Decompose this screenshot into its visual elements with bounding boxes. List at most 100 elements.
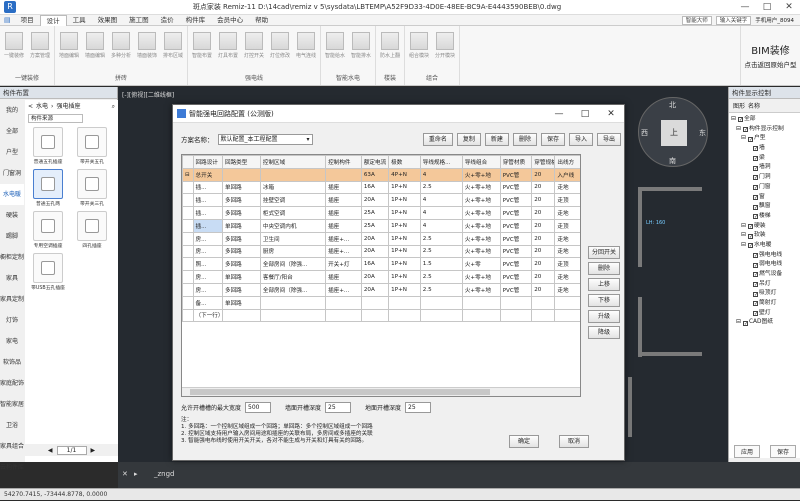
table-cell[interactable]	[461, 308, 501, 323]
table-cell[interactable]: 4P+N	[388, 167, 421, 182]
category-item[interactable]: 家庭配饰	[0, 373, 24, 394]
table-cell[interactable]: 总开关	[192, 167, 223, 182]
checkbox-icon[interactable]: ✓	[753, 204, 758, 210]
table-cell[interactable]: PVC管	[499, 193, 533, 208]
table-cell[interactable]	[325, 308, 362, 323]
table-row[interactable]: 房... 多回路 全部房间（除强... 插座+... 20A 1P+N 2.5 火+零+地 PV…	[182, 282, 580, 297]
table-cell[interactable]: 走顶	[554, 218, 580, 233]
column-header[interactable]: 极数	[388, 155, 421, 169]
category-item[interactable]: 户型	[0, 142, 24, 163]
checkbox-icon[interactable]: ✓	[753, 185, 758, 191]
table-cell[interactable]: 2.5	[419, 282, 463, 297]
table-cell[interactable]: 火+零+地	[461, 244, 501, 259]
table-cell[interactable]: 20	[531, 244, 556, 259]
table-cell[interactable]: 冰箱	[259, 180, 327, 195]
table-cell[interactable]: PVC管	[499, 257, 533, 272]
column-header[interactable]: 控制区域	[259, 155, 327, 169]
scheme-button[interactable]: 保存	[540, 132, 565, 146]
table-cell[interactable]: PVC管	[499, 167, 533, 182]
tree-node[interactable]: ✓ 壁灯	[731, 309, 798, 319]
table-cell[interactable]: 插座	[325, 270, 362, 284]
checkbox-icon[interactable]: ✓	[753, 301, 758, 307]
table-cell[interactable]: 20	[531, 180, 556, 195]
save-button[interactable]: 保存	[769, 445, 796, 458]
category-item[interactable]: 踢脚	[0, 226, 24, 247]
checkbox-icon[interactable]: ✓	[753, 175, 758, 181]
scheme-select[interactable]: 默认配置_本工程配置	[217, 133, 313, 145]
table-row[interactable]: 插... 单回路 冰箱 插座 16A 1P+N 2.5 火+零+地 PVC管 20 走地	[182, 180, 580, 195]
checkbox-icon[interactable]: ✓	[753, 272, 758, 278]
column-header[interactable]: 出线方	[554, 155, 580, 169]
table-cell[interactable]: 多回路	[221, 193, 261, 208]
category-item[interactable]: 家具组合	[0, 436, 24, 457]
table-cell[interactable]: 16A	[360, 257, 390, 272]
table-cell[interactable]: 20	[531, 231, 556, 246]
tree-node[interactable]: ⊟ ✓ 全部	[731, 115, 798, 125]
table-cell[interactable]: 走地	[554, 231, 580, 246]
ribbon-button[interactable]: 组合模块	[407, 28, 431, 59]
table-cell[interactable]: 房...	[192, 244, 223, 259]
table-cell[interactable]: 走地	[554, 244, 580, 259]
table-cell[interactable]	[360, 295, 390, 310]
checkbox-icon[interactable]: ✓	[753, 165, 758, 171]
table-cell[interactable]: PVC管	[499, 244, 533, 259]
expand-icon[interactable]: ⊟	[741, 134, 747, 144]
menu-item[interactable]: 会员中心	[211, 15, 249, 26]
table-cell[interactable]: 火+零	[461, 257, 501, 272]
user-name[interactable]: 手机用户_8094	[755, 16, 794, 24]
table-cell[interactable]: 插座	[325, 218, 362, 233]
column-header[interactable]: 导线规格...	[419, 155, 463, 169]
row-expand-icon[interactable]	[182, 231, 194, 246]
checkbox-icon[interactable]: ✓	[753, 311, 758, 317]
table-cell[interactable]: 走地	[554, 206, 580, 220]
next-page-icon[interactable]: ▶	[91, 447, 96, 454]
side-button[interactable]: 降级	[588, 326, 620, 339]
checkbox-icon[interactable]: ✓	[748, 223, 753, 229]
table-row[interactable]: 备... 单回路	[182, 295, 580, 310]
column-header[interactable]: 导线组合	[461, 155, 501, 169]
table-cell[interactable]: 多回路	[221, 282, 261, 297]
column-header[interactable]: 控制构件	[325, 155, 362, 169]
column-header[interactable]: 穿管材质	[499, 155, 533, 169]
dialog-minimize-icon[interactable]: —	[546, 109, 572, 119]
table-cell[interactable]: 插座	[325, 193, 362, 208]
side-button[interactable]: 分回开关	[588, 246, 620, 259]
menu-item[interactable]: 项目	[15, 15, 40, 26]
maximize-button[interactable]: □	[756, 2, 778, 12]
table-cell[interactable]	[360, 308, 390, 323]
floor-depth-input[interactable]: 25	[405, 402, 432, 413]
ribbon-button[interactable]: 多种分析	[109, 28, 133, 59]
socket-tile[interactable]: 带开关三孔	[71, 169, 113, 209]
menu-item[interactable]: 构件库	[180, 15, 212, 26]
table-cell[interactable]: PVC管	[499, 180, 533, 195]
table-cell[interactable]	[461, 295, 501, 310]
checkbox-icon[interactable]: ✓	[743, 127, 748, 133]
table-cell[interactable]: 卫生间	[259, 231, 327, 246]
table-cell[interactable]	[325, 295, 362, 310]
tree-node[interactable]: ✓ 窗	[731, 193, 798, 203]
close-button[interactable]: ✕	[778, 2, 800, 12]
table-cell[interactable]: 插座+...	[325, 231, 362, 246]
tree-node[interactable]: ✓ 强电电线	[731, 251, 798, 261]
table-cell[interactable]: 25A	[360, 218, 390, 233]
table-cell[interactable]	[221, 308, 261, 323]
menu-item[interactable]: 设计	[39, 14, 67, 26]
dialog-maximize-icon[interactable]: □	[572, 109, 598, 119]
command-close-icon[interactable]: ✕	[122, 470, 128, 478]
max-width-input[interactable]: 500	[245, 402, 272, 413]
table-cell[interactable]: 1P+N	[388, 206, 421, 220]
expand-icon[interactable]: ⊟	[741, 231, 747, 241]
tree-node[interactable]: ⊟ ✓ 软装	[731, 231, 798, 241]
category-item[interactable]: 云构件库	[0, 457, 24, 478]
category-item[interactable]: 硬装	[0, 205, 24, 226]
table-cell[interactable]: 插座	[325, 180, 362, 195]
checkbox-icon[interactable]: ✓	[753, 156, 758, 162]
table-cell[interactable]: 走顶	[554, 193, 580, 208]
table-row[interactable]: ⊟ 总开关 63A 4P+N 4 火+零+地 PVC管 20 入户线	[182, 167, 580, 182]
tree-node[interactable]: ✓ 吊灯	[731, 280, 798, 290]
table-cell[interactable]: 单回路	[221, 295, 261, 310]
table-cell[interactable]: 多回路	[221, 244, 261, 259]
ribbon-button[interactable]: 墙面编辑	[83, 28, 107, 59]
table-cell[interactable]: PVC管	[499, 270, 533, 284]
table-cell[interactable]: 全部房间（除强...	[259, 257, 327, 272]
